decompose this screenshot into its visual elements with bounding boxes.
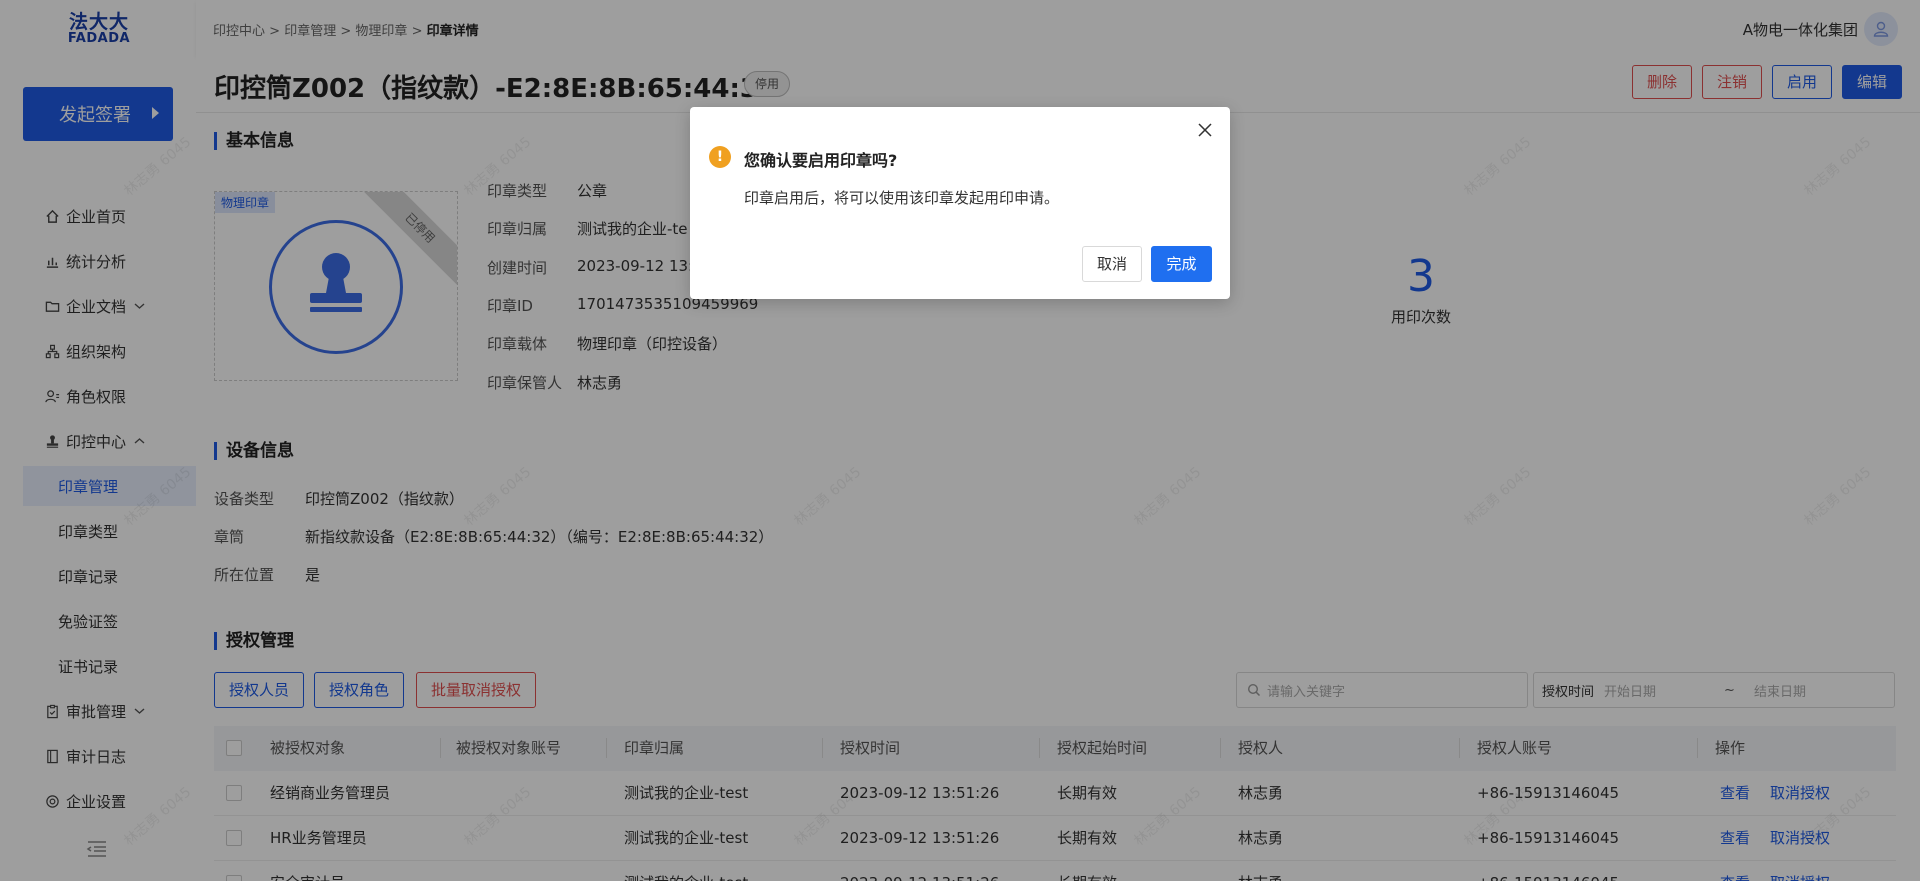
dialog-message: 印章启用后，将可以使用该印章发起用印申请。 bbox=[744, 189, 1060, 207]
warning-icon: ! bbox=[709, 146, 731, 168]
dialog-confirm-button[interactable]: 完成 bbox=[1151, 246, 1212, 282]
dialog-cancel-button[interactable]: 取消 bbox=[1082, 246, 1142, 282]
close-icon[interactable] bbox=[1196, 121, 1214, 139]
confirm-enable-dialog: ! 您确认要启用印章吗? 印章启用后，将可以使用该印章发起用印申请。 取消 完成 bbox=[690, 107, 1230, 299]
dialog-title: 您确认要启用印章吗? bbox=[744, 151, 898, 170]
